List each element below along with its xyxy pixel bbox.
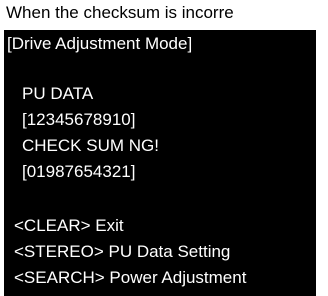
checksum-status: CHECK SUM NG! [22, 136, 159, 155]
caption-text: When the checksum is incorre [6, 3, 234, 22]
menu-item-stereo-pu-data-setting: <STEREO> PU Data Setting [14, 242, 231, 261]
mode-title: [Drive Adjustment Mode] [7, 34, 193, 53]
drive-adjustment-screen: [Drive Adjustment Mode] PU DATA [1234567… [4, 30, 316, 296]
checksum-value: [01987654321] [22, 162, 136, 181]
pu-data-label: PU DATA [22, 84, 94, 103]
menu-item-clear-exit: <CLEAR> Exit [14, 216, 124, 235]
menu-item-search-power-adjustment: <SEARCH> Power Adjustment [14, 268, 247, 287]
pu-data-value: [12345678910] [22, 110, 136, 129]
